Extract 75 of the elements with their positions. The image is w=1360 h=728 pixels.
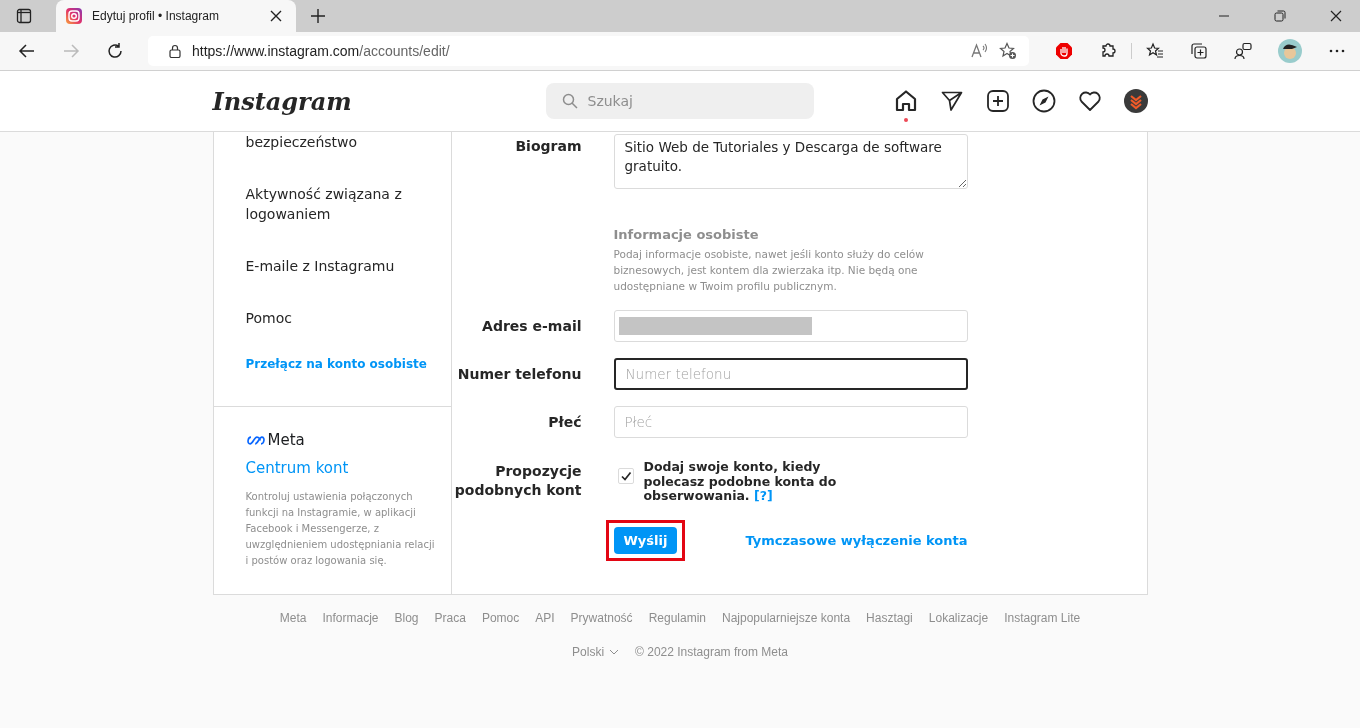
profile-avatar-icon: [1123, 89, 1148, 113]
instagram-icon: [66, 8, 82, 24]
reload-icon[interactable]: [106, 42, 124, 60]
field-label: Płeć: [547, 414, 582, 430]
close-window-icon[interactable]: [1330, 10, 1342, 22]
sidebar-item[interactable]: Pomoc: [245, 292, 435, 344]
compass-icon: [1031, 89, 1056, 113]
footer-link[interactable]: Najpopularniejsze konta: [722, 611, 851, 625]
footer-link[interactable]: Prywatność: [570, 611, 633, 625]
instagram-logo[interactable]: Instagram: [212, 86, 546, 116]
accounts-center-description: Kontroluj ustawienia połączonych funkcji na Instagramie, w aplikacji Facebook i Messengerze, z uwzględnieniem udostępniania relacji i postów oraz logowania się.: [245, 490, 435, 568]
footer-link[interactable]: API: [535, 611, 555, 625]
new-tab-icon[interactable]: [310, 8, 326, 24]
nav-item[interactable]: [1077, 89, 1102, 113]
checkbox[interactable]: [617, 468, 634, 484]
section-title: Informacje osobiste: [613, 227, 760, 242]
nav-item[interactable]: [985, 89, 1010, 113]
checkmark-icon: [619, 470, 632, 482]
footer-link[interactable]: Informacje: [322, 611, 379, 625]
add-favorite-icon[interactable]: [999, 42, 1017, 60]
footer-link[interactable]: Hasztagi: [866, 611, 913, 625]
browser-tab[interactable]: Edytuj profil • Instagram: [56, 0, 296, 32]
submit-button[interactable]: Wyślij: [613, 526, 678, 554]
input-field[interactable]: Numer telefonu: [613, 358, 968, 390]
collections-icon[interactable]: [1190, 42, 1208, 60]
active-dot: [903, 118, 908, 122]
tab-title: Edytuj profil • Instagram: [92, 9, 220, 23]
search-icon: [561, 93, 578, 109]
send-icon: [939, 89, 964, 113]
lock-icon: [168, 44, 182, 58]
footer-link[interactable]: Meta: [279, 611, 307, 625]
footer-link[interactable]: Regulamin: [648, 611, 706, 625]
bio-field[interactable]: Sitio Web de Tutoriales y Descarga de software gratuito.: [613, 134, 968, 189]
close-tab-icon[interactable]: [270, 10, 282, 22]
meta-text: Meta: [267, 431, 305, 449]
footer-link[interactable]: Instagram Lite: [1004, 611, 1081, 625]
favorites-icon[interactable]: [1146, 42, 1164, 60]
plus-icon: [985, 89, 1010, 113]
sidebar-item[interactable]: Aktywność związana z logowaniem: [245, 168, 435, 240]
footer-link[interactable]: Pomoc: [481, 611, 520, 625]
suggestion-text: Dodaj swoje konto, kiedy polecasz podobne konta do obserwowania. [?]: [643, 460, 838, 504]
feedback-icon[interactable]: [1234, 42, 1252, 60]
address-bar[interactable]: https://www.instagram.com/accounts/edit/: [148, 36, 1029, 66]
restore-icon[interactable]: [1274, 10, 1286, 22]
sidebar-item[interactable]: E-maile z Instagramu: [245, 240, 435, 292]
infinity-icon: [245, 434, 266, 446]
search-field[interactable]: Szukaj: [545, 83, 814, 119]
accounts-center-link[interactable]: Centrum kont: [245, 459, 435, 477]
footer-link[interactable]: Praca: [434, 611, 466, 625]
field-label: Numer telefonu: [456, 366, 582, 382]
chevron-down-icon: [609, 647, 620, 657]
extensions-icon[interactable]: [1099, 42, 1117, 60]
nav-item[interactable]: [939, 89, 964, 113]
copyright-text: © 2022 Instagram from Meta: [635, 645, 788, 659]
language-select[interactable]: Polski: [572, 645, 620, 659]
read-aloud-icon[interactable]: [971, 42, 989, 60]
footer-link[interactable]: Lokalizacje: [928, 611, 989, 625]
help-link[interactable]: [?]: [753, 488, 773, 503]
nav-item[interactable]: [1031, 89, 1056, 113]
sidebar-item[interactable]: bezpieczeństwo: [245, 132, 435, 168]
switch-account-link[interactable]: Przełącz na konto osobiste: [245, 344, 435, 406]
footer-link[interactable]: Blog: [394, 611, 419, 625]
url-text: https://www.instagram.com/accounts/edit/: [192, 43, 450, 59]
deactivate-account-link[interactable]: Tymczasowe wyłączenie konta: [745, 532, 968, 548]
section-description: Podaj informacje osobiste, nawet jeśli konto służy do celów biznesowych, jest kontem dla zwierzaka itp. Nie będą one udostępniane w Twoim profilu publicznym.: [613, 247, 925, 294]
tab-actions-icon[interactable]: [16, 8, 32, 24]
heart-icon: [1077, 89, 1102, 113]
field-label: Adres e-mail: [481, 318, 582, 334]
back-icon[interactable]: [18, 42, 36, 60]
field-label: Propozycje podobnych kont: [453, 462, 582, 500]
field-label: Biogram: [514, 137, 582, 156]
avatar-icon[interactable]: [1278, 39, 1302, 63]
home-icon: [893, 89, 918, 113]
nav-item[interactable]: [1123, 89, 1148, 113]
stop-hand-icon[interactable]: [1055, 42, 1073, 60]
